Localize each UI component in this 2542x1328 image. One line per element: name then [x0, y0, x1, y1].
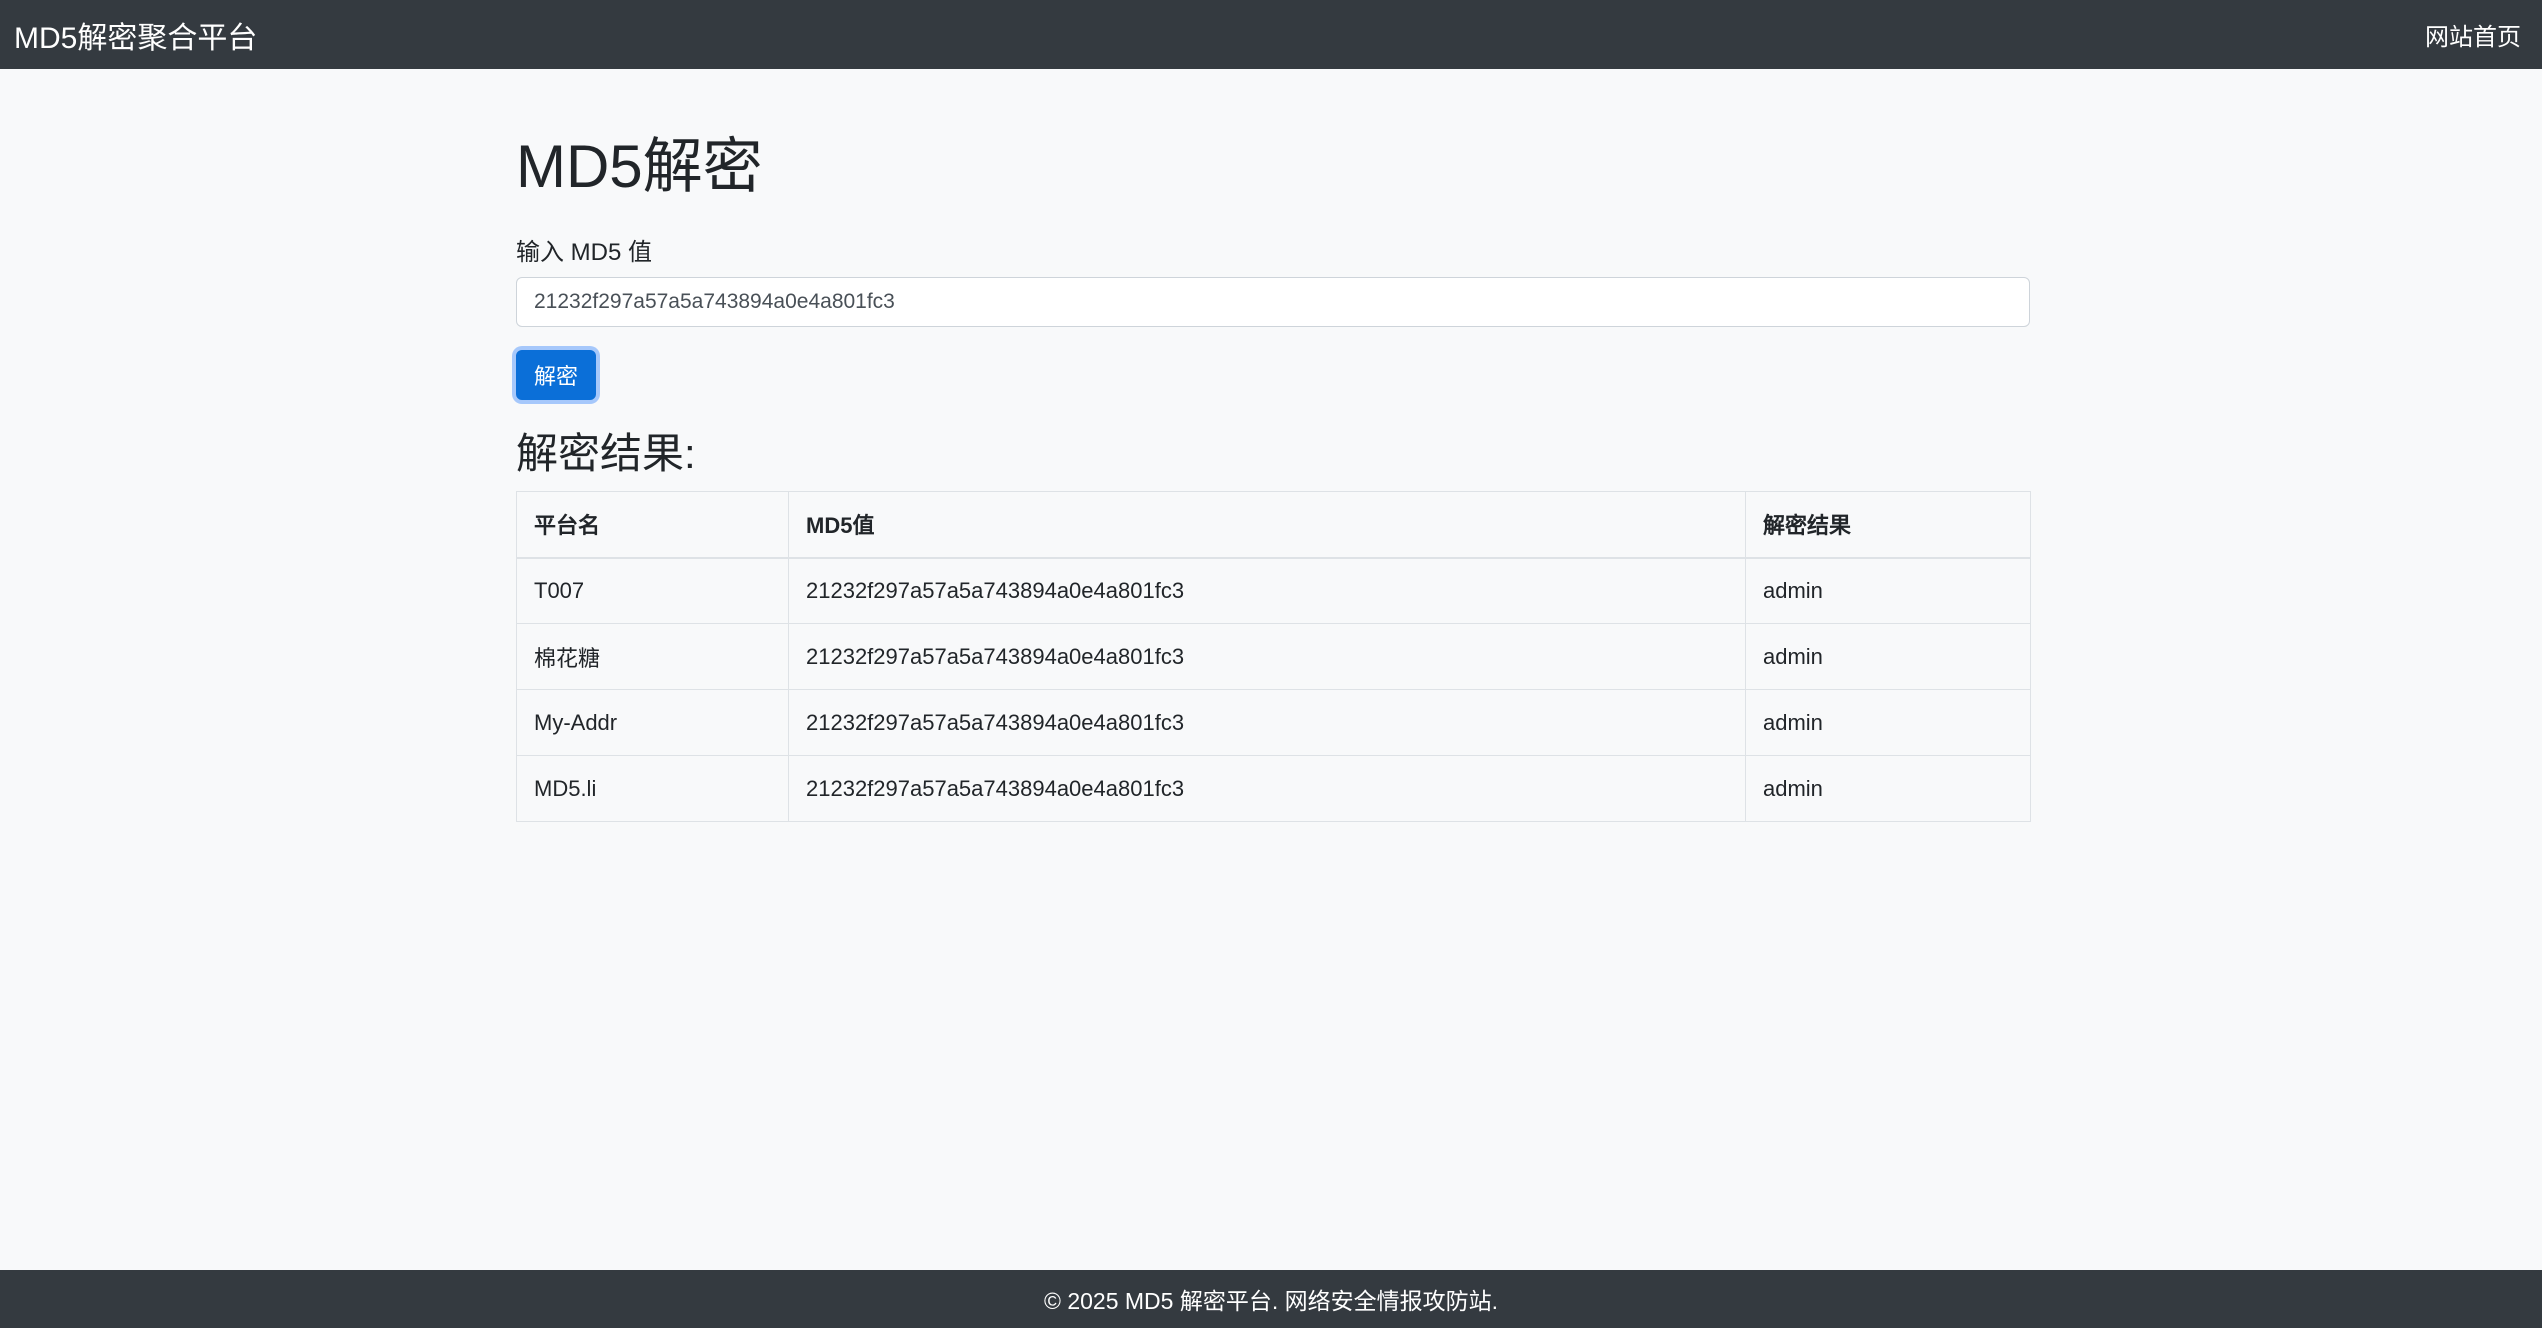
top-navbar: MD5解密聚合平台 网站首页 — [0, 0, 2542, 69]
table-row: MD5.li 21232f297a57a5a743894a0e4a801fc3 … — [516, 755, 2031, 822]
table-header-row: 平台名 MD5值 解密结果 — [516, 491, 2031, 559]
table-row: My-Addr 21232f297a57a5a743894a0e4a801fc3… — [516, 689, 2031, 756]
md5-cell: 21232f297a57a5a743894a0e4a801fc3 — [788, 557, 1746, 624]
platform-cell: My-Addr — [516, 689, 789, 756]
md5-input-label: 输入 MD5 值 — [516, 239, 653, 266]
brand-link[interactable]: MD5解密聚合平台 — [14, 13, 257, 57]
table-row: 棉花糖 21232f297a57a5a743894a0e4a801fc3 adm… — [516, 623, 2031, 690]
result-cell: admin — [1745, 755, 2031, 822]
md5-cell: 21232f297a57a5a743894a0e4a801fc3 — [788, 755, 1746, 822]
page-title: MD5解密 — [516, 133, 763, 200]
table-row: T007 21232f297a57a5a743894a0e4a801fc3 ad… — [516, 557, 2031, 624]
result-cell: admin — [1745, 689, 2031, 756]
result-cell: admin — [1745, 557, 2031, 624]
decrypt-button[interactable]: 解密 — [516, 350, 596, 400]
md5-cell: 21232f297a57a5a743894a0e4a801fc3 — [788, 689, 1746, 756]
platform-cell: T007 — [516, 557, 789, 624]
result-cell: admin — [1745, 623, 2031, 690]
home-link[interactable]: 网站首页 — [2425, 17, 2521, 52]
md5-input[interactable] — [516, 277, 2030, 327]
platform-cell: 棉花糖 — [516, 623, 789, 690]
results-table: 平台名 MD5值 解密结果 T007 21232f297a57a5a743894… — [516, 491, 2031, 822]
page-footer: © 2025 MD5 解密平台. 网络安全情报攻防站. — [0, 1270, 2542, 1328]
header-md5: MD5值 — [788, 491, 1746, 559]
header-result: 解密结果 — [1745, 491, 2031, 559]
platform-cell: MD5.li — [516, 755, 789, 822]
results-title: 解密结果: — [516, 430, 696, 477]
md5-cell: 21232f297a57a5a743894a0e4a801fc3 — [788, 623, 1746, 690]
header-platform: 平台名 — [516, 491, 789, 559]
footer-text: © 2025 MD5 解密平台. 网络安全情报攻防站. — [1043, 1288, 1498, 1314]
